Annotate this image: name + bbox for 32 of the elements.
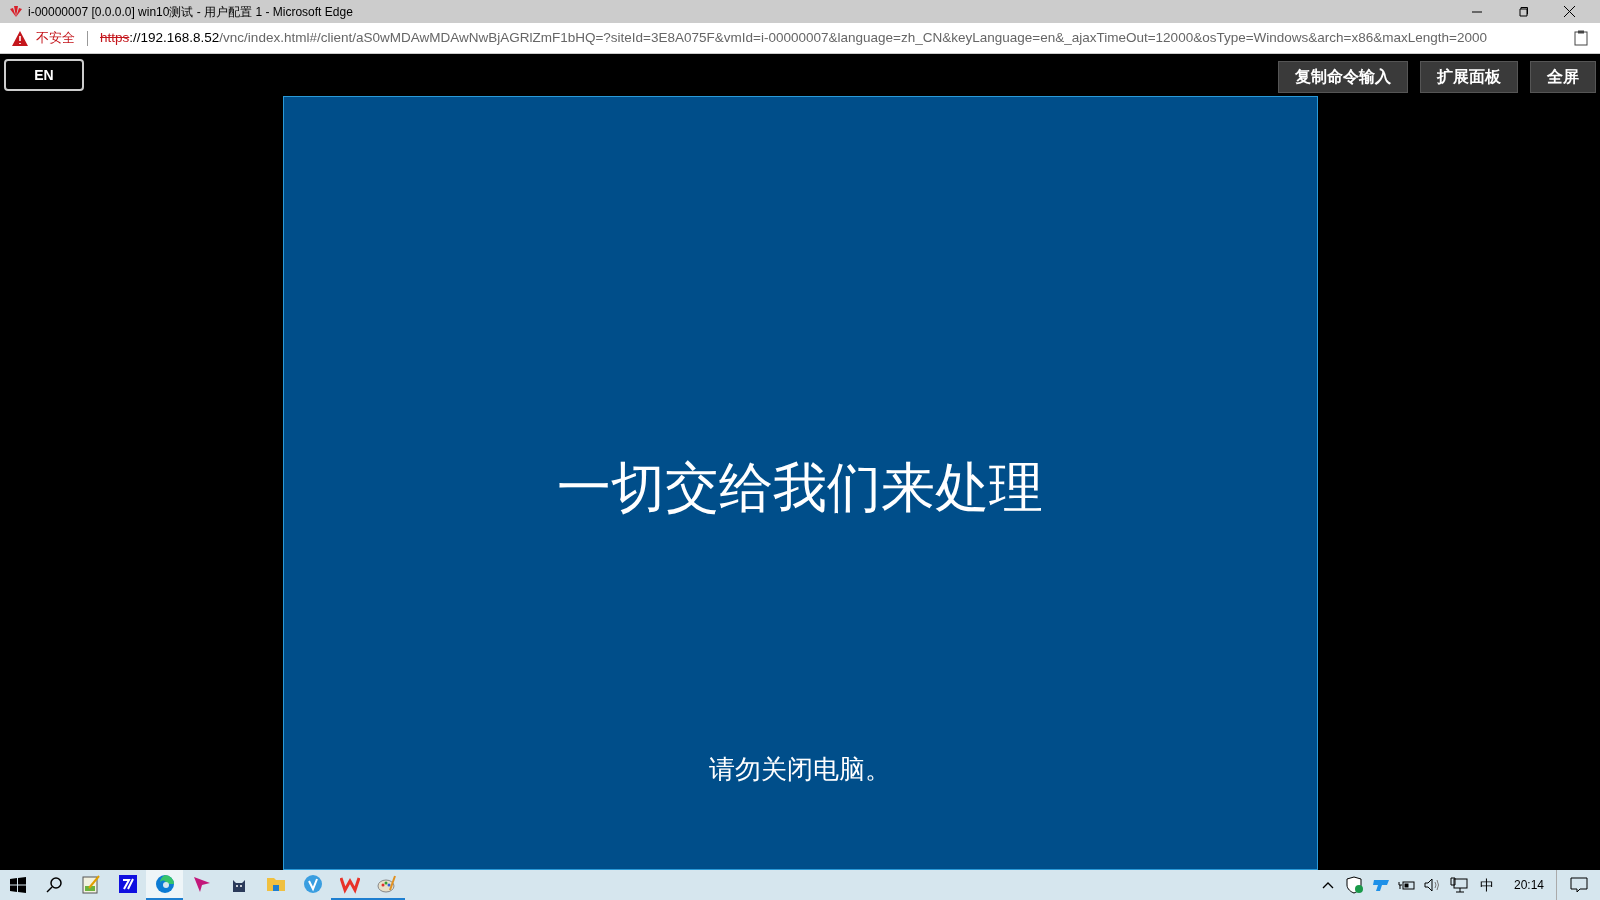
address-bar[interactable]: 不安全 https://192.168.8.52/vnc/index.html#/client/aS0wMDAwMDAwNwBjAGRlZmF1bHQ=?siteId=3E8A075F&vmId=i-00000007&language=zh_CN&keyLanguage=en&_ajaxTimeOut=12000&osType=Windows&arch=x86&maxLength=2000 <box>0 23 1600 54</box>
browser-icon <box>154 874 175 894</box>
restore-icon <box>1518 6 1528 17</box>
window-title: i-00000007 [0.0.0.0] win10测试 - 用户配置 1 - Microsoft Edge <box>28 3 353 21</box>
toolbar-button[interactable]: 扩展面板 <box>1420 61 1518 93</box>
cloud-app-icon[interactable] <box>1371 878 1390 892</box>
warning-icon <box>12 30 28 46</box>
battery-icon[interactable] <box>1397 878 1416 892</box>
close-icon <box>1563 6 1575 17</box>
flower-logo-icon <box>8 5 24 18</box>
toolbar-button[interactable]: 全屏 <box>1530 61 1596 93</box>
network-icon[interactable] <box>1449 877 1468 893</box>
windows-icon <box>10 877 26 893</box>
speaker-icon[interactable] <box>1423 878 1442 892</box>
palette-icon <box>376 874 397 894</box>
check-circle-icon <box>302 874 323 894</box>
toolbar-button[interactable]: 复制命令输入 <box>1278 61 1408 93</box>
paper-plane-icon <box>191 874 212 894</box>
language-button[interactable]: EN <box>4 59 84 91</box>
clock[interactable]: 20:14 <box>1513 876 1544 894</box>
setup-headline: 一切交给我们来处理 <box>557 456 1043 519</box>
message-icon <box>1569 877 1588 893</box>
notepad-icon <box>80 874 101 894</box>
security-label: 不安全 <box>36 29 75 48</box>
setup-message: 请勿关闭电脑。 <box>709 753 891 786</box>
pen-icon <box>117 874 138 894</box>
chevron-up-icon[interactable] <box>1321 881 1334 889</box>
shield-icon[interactable] <box>1345 876 1364 894</box>
url-text: https://192.168.8.52/vnc/index.html#/client/aS0wMDAwMDAwNwBjAGRlZmF1bHQ=?siteId=3E8A075F&vmId=i-00000007&language=zh_CN&keyLanguage=en&_ajaxTimeOut=12000&osType=Windows&arch=x86&maxLength=2000 <box>100 28 1487 47</box>
clipboard-icon[interactable] <box>1574 30 1588 46</box>
input-method-indicator[interactable]: 中 <box>1479 874 1494 896</box>
search-icon <box>46 877 62 893</box>
